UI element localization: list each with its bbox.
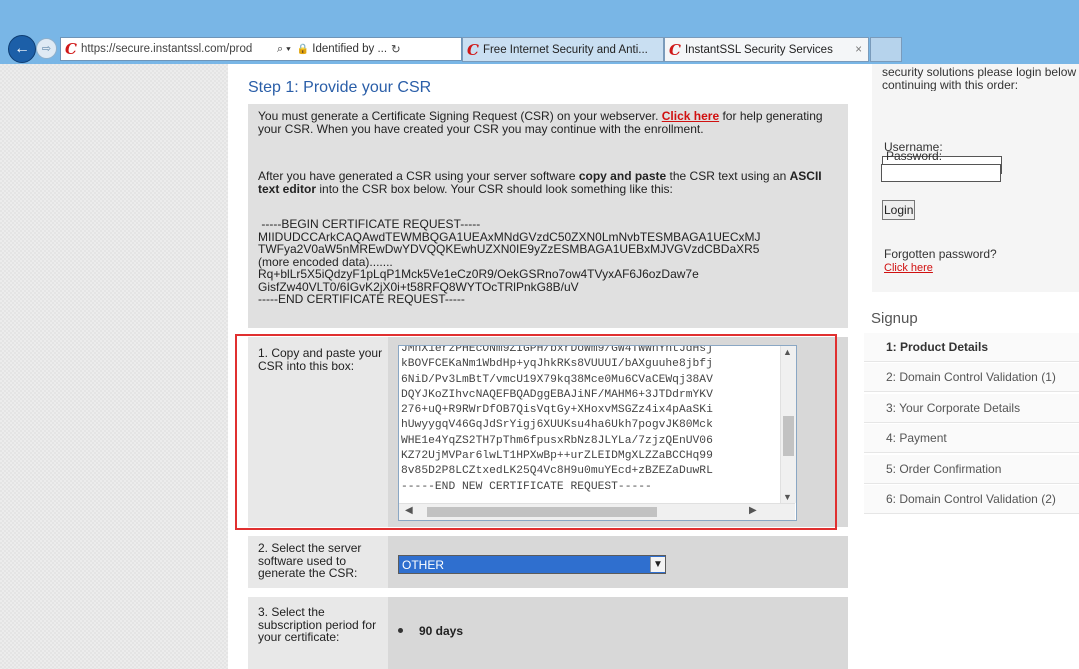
refresh-icon[interactable]: ↻ (391, 42, 401, 56)
signup-heading: Signup (871, 310, 918, 327)
subscription-option-label[interactable]: 90 days (419, 624, 463, 638)
back-arrow-icon: ← (14, 40, 30, 57)
tab-favicon-icon: C (669, 40, 681, 59)
signup-step-corporate-details[interactable]: 3: Your Corporate Details (864, 394, 1079, 423)
annotation-highlight-box (235, 334, 837, 530)
tab-instantssl[interactable]: C InstantSSL Security Services × (664, 37, 869, 62)
signup-step-payment[interactable]: 4: Payment (864, 424, 1079, 453)
signup-step-domain-validation-2[interactable]: 6: Domain Control Validation (2) (864, 485, 1079, 514)
signup-step-product-details[interactable]: 1: Product Details (864, 333, 1079, 362)
subscription-radio[interactable] (398, 628, 403, 633)
server-software-value: OTHER (402, 557, 444, 572)
intro-paragraph: You must generate a Certificate Signing … (258, 109, 823, 136)
signup-step-domain-validation-1[interactable]: 2: Domain Control Validation (1) (864, 363, 1079, 392)
page-title: Step 1: Provide your CSR (248, 79, 432, 96)
search-dropdown-icon[interactable]: ⌕ ▾ (277, 43, 291, 56)
forward-arrow-icon: ⇨ (41, 43, 52, 55)
login-intro-text: security solutions please login below co… (882, 66, 1077, 91)
signup-step-order-confirmation[interactable]: 5: Order Confirmation (864, 455, 1079, 484)
instructions-paragraph: After you have generated a CSR using you… (258, 169, 822, 196)
csr-sample-text: -----BEGIN CERTIFICATE REQUEST----- MIID… (258, 218, 761, 306)
site-favicon-icon: C (65, 40, 77, 58)
close-tab-icon[interactable]: × (855, 44, 862, 56)
tab-title: InstantSSL Security Services (684, 43, 833, 56)
tab-free-internet-security[interactable]: C Free Internet Security and Anti... (462, 37, 664, 62)
window-title-strip (0, 0, 1079, 34)
lock-icon[interactable]: 🔒 (297, 44, 309, 55)
forward-button[interactable]: ⇨ (36, 38, 57, 59)
forgot-password-text: Forgotten password? (884, 247, 997, 261)
tab-favicon-icon: C (467, 40, 479, 59)
new-tab-button[interactable] (870, 37, 902, 62)
csr-help-link[interactable]: Click here (662, 109, 719, 123)
software-field-label: 2. Select the server software used to ge… (258, 541, 362, 580)
url-text[interactable]: https://secure.instantssl.com/prod (81, 43, 271, 55)
back-button[interactable]: ← (8, 35, 36, 63)
tab-title: Free Internet Security and Anti... (482, 43, 648, 56)
password-input[interactable] (881, 164, 1001, 182)
forgot-password-link[interactable]: Click here (884, 262, 933, 274)
chevron-down-icon[interactable]: ▼ (650, 557, 665, 572)
password-label: Password: (886, 149, 943, 163)
site-identity[interactable]: Identified by ... (312, 43, 387, 55)
login-button[interactable]: Login (882, 200, 916, 220)
subscription-field-label: 3. Select the subscription period for yo… (258, 605, 377, 644)
address-bar[interactable]: C https://secure.instantssl.com/prod ⌕ ▾… (60, 37, 462, 61)
server-software-select[interactable]: OTHER ▼ (398, 555, 666, 574)
